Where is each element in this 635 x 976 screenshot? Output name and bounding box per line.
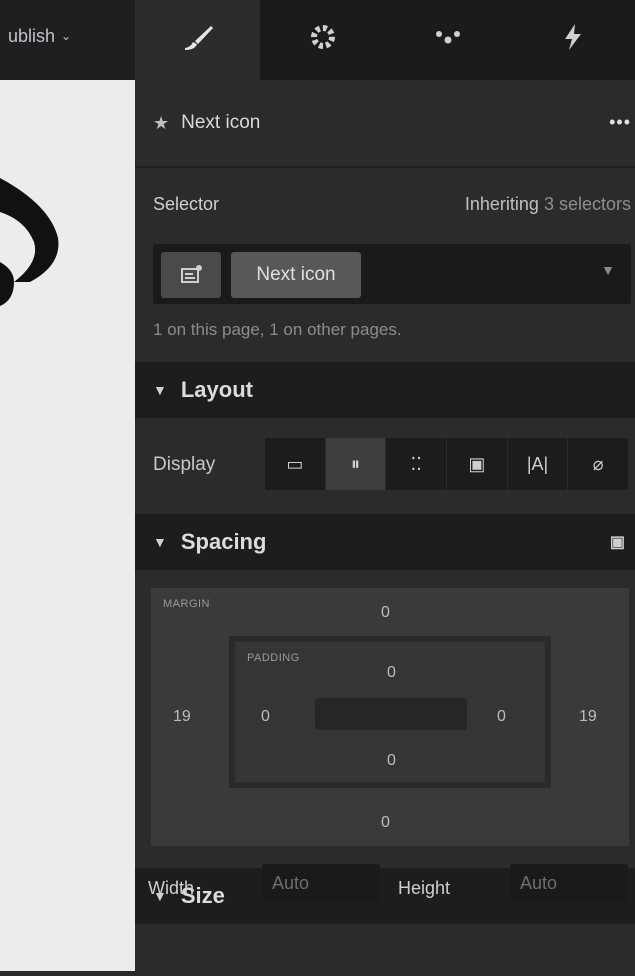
element-header: ★ Next icon <box>135 80 635 166</box>
brush-icon <box>181 22 215 59</box>
display-block-icon: ▭ <box>286 453 304 474</box>
design-canvas[interactable] <box>0 0 135 971</box>
selector-field[interactable]: Next icon ▼ <box>153 244 631 304</box>
display-label: Display <box>153 454 216 475</box>
padding-bottom-value[interactable]: 0 <box>387 752 396 770</box>
tab-settings[interactable] <box>260 0 385 80</box>
margin-box: MARGIN 0 19 19 0 PADDING 0 0 0 0 <box>151 588 629 846</box>
padding-left-value[interactable]: 0 <box>261 708 270 726</box>
height-input[interactable]: Auto <box>510 864 628 902</box>
inheriting-info[interactable]: Inheriting 3 selectors <box>465 194 631 215</box>
display-grid-button[interactable]: ⁚⁚ <box>386 438 448 490</box>
display-inline-block-icon: ▣ <box>468 453 486 474</box>
margin-bottom-value[interactable]: 0 <box>381 814 390 832</box>
display-none-icon: ⌀ <box>592 453 604 474</box>
panel-tabs <box>135 0 635 80</box>
canvas-shape <box>0 178 59 306</box>
dropdown-caret-icon[interactable]: ▼ <box>601 262 615 278</box>
box-model-toggle-icon[interactable]: ▣ <box>610 532 625 552</box>
content-box <box>315 698 467 730</box>
section-layout-title: Layout <box>180 377 253 402</box>
margin-left-value[interactable]: 19 <box>173 708 191 726</box>
width-label: Width <box>148 878 195 898</box>
style-panel: ★ Next icon ••• Selector Inheriting 3 se… <box>135 80 635 971</box>
display-block-button[interactable]: ▭ <box>265 438 326 490</box>
selector-add-icon[interactable] <box>161 252 221 298</box>
page-usage-info: 1 on this page, 1 on other pages. <box>153 320 402 339</box>
star-icon: ★ <box>153 112 170 133</box>
gear-icon <box>308 22 338 59</box>
display-none-button[interactable]: ⌀ <box>568 438 630 490</box>
lightning-icon <box>560 22 586 59</box>
tab-style[interactable] <box>135 0 260 80</box>
divider <box>135 166 635 168</box>
display-flex-button[interactable]: ⏸ <box>325 438 387 490</box>
tab-lightning[interactable] <box>510 0 635 80</box>
display-toggle-group: ▭ ⏸ ⁚⁚ ▣ |A| ⌀ <box>265 438 630 490</box>
top-bar: ublish ⌄ <box>0 0 635 80</box>
inheriting-prefix: Inheriting <box>464 194 544 214</box>
publish-label: ublish <box>8 26 56 46</box>
selector-label: Selector <box>153 194 220 214</box>
padding-top-value[interactable]: 0 <box>387 664 396 682</box>
display-grid-icon: ⁚⁚ <box>410 453 422 474</box>
chevron-down-icon: ⌄ <box>61 29 72 43</box>
height-label: Height <box>398 878 451 898</box>
display-inline-block-button[interactable]: ▣ <box>447 438 508 490</box>
caret-down-icon: ▼ <box>153 534 167 550</box>
margin-right-value[interactable]: 19 <box>579 708 597 726</box>
drops-icon <box>431 22 465 59</box>
publish-button[interactable]: ublish ⌄ <box>0 26 138 62</box>
margin-top-value[interactable]: 0 <box>381 604 390 622</box>
display-inline-button[interactable]: |A| <box>508 438 569 490</box>
section-spacing[interactable]: ▼ Spacing ▣ <box>135 514 635 570</box>
section-layout[interactable]: ▼ Layout <box>135 362 635 418</box>
tab-interactions[interactable] <box>385 0 510 80</box>
padding-label: PADDING <box>247 652 300 664</box>
padding-box: PADDING 0 0 0 0 <box>229 636 551 788</box>
width-input[interactable]: Auto <box>262 864 380 902</box>
element-name: Next icon <box>181 112 261 133</box>
selector-chip[interactable]: Next icon <box>231 252 361 298</box>
more-options-icon[interactable]: ••• <box>609 112 631 133</box>
padding-right-value[interactable]: 0 <box>497 708 506 726</box>
margin-label: MARGIN <box>163 598 210 610</box>
section-spacing-title: Spacing <box>180 529 267 554</box>
display-flex-icon: ⏸ <box>351 453 360 474</box>
caret-down-icon: ▼ <box>153 382 167 398</box>
inheriting-count: 3 selectors <box>543 194 631 214</box>
display-inline-icon: |A| <box>526 453 549 474</box>
